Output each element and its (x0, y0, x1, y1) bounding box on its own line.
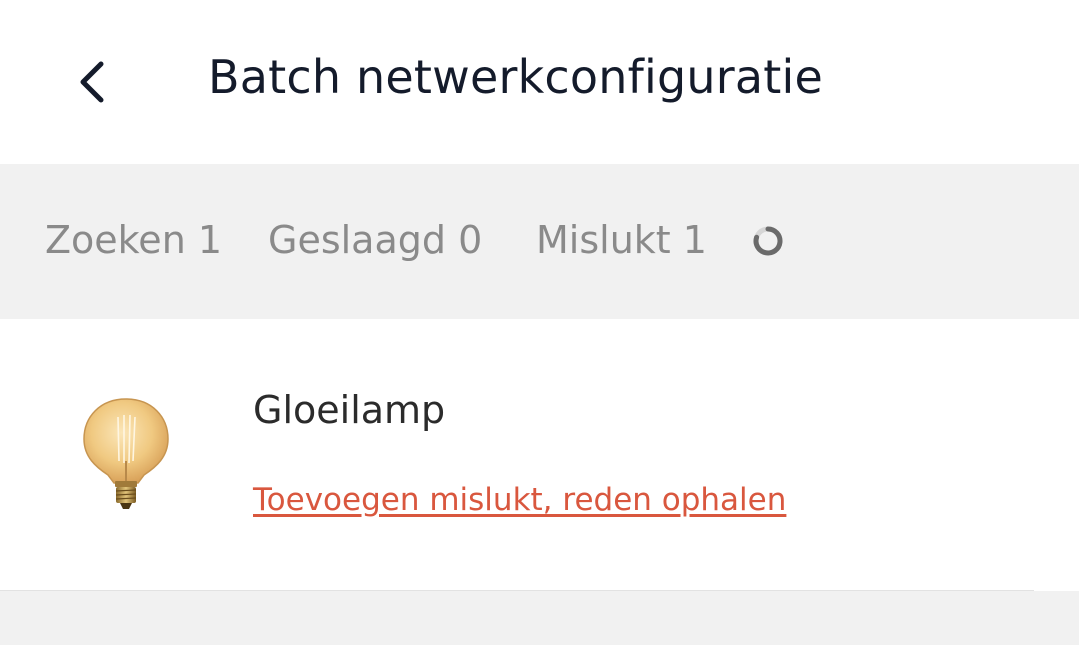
filament-bulb-icon (83, 398, 169, 509)
failed-count: Mislukt 1 (536, 218, 707, 262)
fetch-failure-reason-link[interactable]: Toevoegen mislukt, reden ophalen (253, 482, 786, 518)
searching-count: Zoeken 1 (45, 218, 223, 262)
succeeded-count: Geslaagd 0 (268, 218, 483, 262)
page-title: Batch netwerkconfiguratie (208, 50, 823, 104)
list-footer-area (0, 591, 1079, 645)
loading-spinner-icon (753, 226, 783, 256)
app-header: Batch netwerkconfiguratie (0, 0, 1079, 164)
back-button[interactable] (62, 52, 122, 112)
device-name: Gloeilamp (253, 388, 446, 432)
chevron-left-icon (80, 61, 104, 103)
